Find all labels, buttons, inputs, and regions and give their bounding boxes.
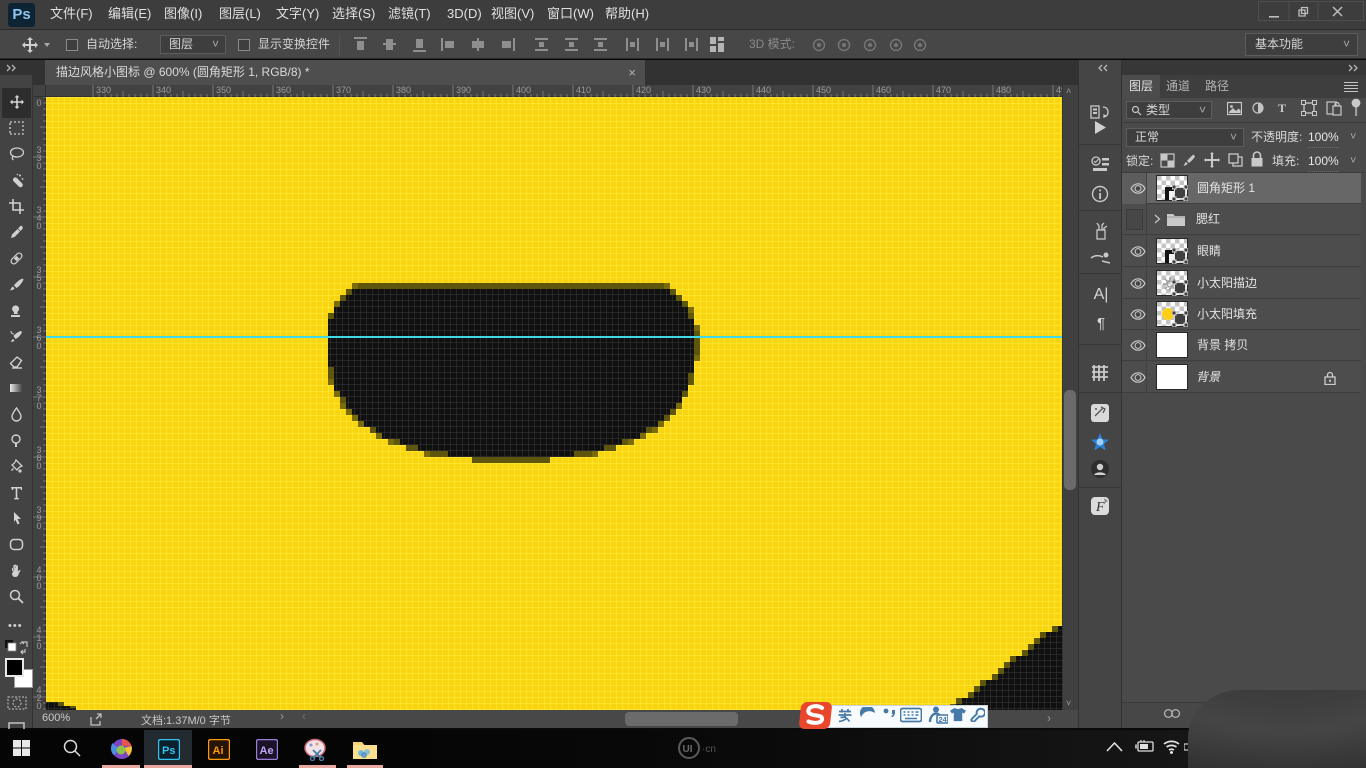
svg-text:Ae: Ae (260, 745, 274, 757)
svg-text:·cn: ·cn (702, 744, 716, 755)
svg-text:24: 24 (939, 715, 948, 724)
svg-text:Ai: Ai (213, 745, 224, 757)
svg-text:Ps: Ps (162, 745, 175, 757)
svg-text:UI: UI (683, 744, 693, 755)
